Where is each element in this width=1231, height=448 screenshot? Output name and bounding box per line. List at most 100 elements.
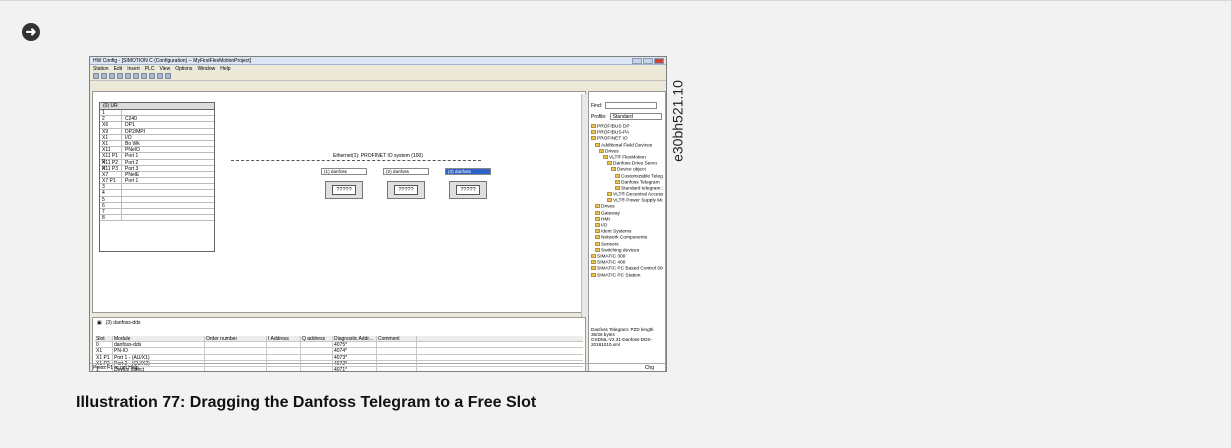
folder-icon (595, 210, 600, 215)
rack-module: Port 3 (125, 165, 139, 172)
device-2[interactable]: (2) danfoss ????? (383, 168, 429, 199)
figure-reference-text: e30bh521.10 (669, 80, 686, 162)
status-chg: Chg (644, 364, 654, 371)
folder-icon (603, 154, 608, 159)
catalog-item-label: Network Components (601, 235, 648, 241)
profile-select[interactable]: Standard (609, 113, 662, 120)
window-titlebar: HW Config - [SIMOTION C (Configuration) … (90, 57, 666, 65)
rack-module: Bo Wk (125, 140, 140, 147)
figure-reference: e30bh521.10 (665, 53, 691, 198)
catalog-item[interactable]: SIMATIC PC Station (591, 272, 663, 279)
catalog-item-label: VLT® Power Supply Module PSM 510 (613, 198, 663, 204)
vertical-scrollbar[interactable] (581, 94, 588, 334)
catalog-item-label: PROFIBUS-PA (597, 130, 630, 136)
menu-view[interactable]: View (159, 66, 170, 72)
folder-icon (595, 216, 600, 221)
rack-module (122, 184, 125, 189)
catalog-item-label: Danfoss Telegram (621, 179, 660, 185)
table-cell (205, 348, 267, 354)
device-1[interactable]: (1) danfoss ????? (321, 168, 367, 199)
open-icon[interactable] (101, 73, 107, 79)
profile-label: Profile: (591, 113, 607, 120)
help-icon[interactable] (165, 73, 171, 79)
menu-station[interactable]: Station (93, 66, 109, 72)
info-line: Danfoss Telegram: PZD length 36/36 bytes (591, 327, 654, 337)
catalog-item[interactable]: SIMATIC PC Based Control 300/400 (591, 266, 663, 272)
folder-icon (607, 198, 612, 203)
device-3[interactable]: (3) danfoss ????? (445, 168, 491, 199)
device-label: (3) danfoss (445, 168, 491, 175)
rack-slot: X11 P3 (100, 165, 122, 172)
table-cell: 4073* (333, 354, 377, 360)
close-button[interactable] (654, 57, 664, 64)
rack-slot: 4 (100, 190, 122, 196)
folder-icon (615, 185, 620, 190)
catalog-item-label: SIMATIC PC Based Control 300/400 (597, 266, 663, 272)
save-icon[interactable] (109, 73, 115, 79)
find-input[interactable] (605, 102, 658, 109)
info-line: GSDML-V2.31-Danfoss-DDS-20181010.xml (591, 337, 653, 347)
column-header[interactable]: Comment (377, 336, 417, 342)
folder-icon (595, 241, 600, 246)
table-cell (301, 348, 333, 354)
rack-row[interactable]: 8 (100, 215, 214, 222)
print-icon[interactable] (117, 73, 123, 79)
column-header[interactable]: Order number (205, 336, 267, 342)
column-header[interactable]: Slot (95, 336, 113, 342)
rack-slot: X1 (100, 134, 122, 141)
table-cell (267, 354, 301, 360)
catalog-icon[interactable] (157, 73, 163, 79)
column-header[interactable]: Diagnostic Addr... (333, 336, 377, 342)
rack-module: C240 (125, 116, 137, 123)
rack-slot: 2 (100, 116, 122, 122)
table-cell (205, 342, 267, 348)
new-icon[interactable] (93, 73, 99, 79)
folder-icon (615, 179, 620, 184)
maximize-button[interactable] (643, 57, 653, 64)
rack-module (122, 209, 125, 214)
rack-module: DP1 (125, 122, 135, 129)
status-text: Press F1 to get Help. (93, 364, 140, 371)
menu-edit[interactable]: Edit (114, 66, 123, 72)
minimize-button[interactable] (632, 57, 642, 64)
catalog-item-label: Customizable Telegram (PROFIdrive A (621, 173, 663, 179)
column-header[interactable]: I Address (267, 336, 301, 342)
catalog-item-label: SIMATIC 400 (597, 260, 626, 266)
download-icon[interactable] (141, 73, 147, 79)
catalog-item-label: VLT® Decentral Access Module DAM 510 (613, 192, 663, 198)
menu-window[interactable]: Window (197, 66, 215, 72)
table-cell (301, 342, 333, 348)
table-cell: X1 P1 (95, 354, 113, 360)
catalog-item-label: PROFIBUS DP (597, 124, 630, 130)
status-bar: Press F1 to get Help. Chg (90, 363, 666, 371)
device-box: ????? (456, 185, 480, 195)
catalog-item-label: PROFINET IO (597, 136, 628, 142)
rack-slot: 5 (100, 196, 122, 203)
paste-icon[interactable] (133, 73, 139, 79)
menu-help[interactable]: Help (220, 66, 230, 72)
rack-slot: 1 (100, 110, 122, 116)
rack-module: Port 1 (125, 153, 139, 160)
folder-icon (591, 272, 596, 277)
rack-module: I/O (125, 134, 132, 141)
folder-icon (615, 173, 620, 178)
hardware-catalog: Find: Profile: Standard PROFIBUS DP PROFI… (588, 91, 666, 371)
menu-plc[interactable]: PLC (145, 66, 155, 72)
menu-insert[interactable]: Insert (127, 66, 140, 72)
folder-icon (595, 229, 600, 234)
table-cell: Port 1 - (AU/X1) (113, 354, 205, 360)
catalog-item-label: I/O (601, 223, 608, 229)
folder-icon (595, 223, 600, 227)
table-cell (267, 342, 301, 348)
folder-icon (591, 136, 596, 141)
upload-icon[interactable] (149, 73, 155, 79)
column-header[interactable]: Module (113, 336, 205, 342)
rack-module: Port 1 (125, 178, 139, 185)
copy-icon[interactable] (125, 73, 131, 79)
column-header[interactable]: Q address (301, 336, 333, 342)
rack-module (122, 215, 125, 220)
table-cell: 4075* (333, 342, 377, 348)
menu-options[interactable]: Options (175, 66, 192, 72)
rack-module (122, 190, 125, 195)
folder-icon (591, 253, 596, 258)
